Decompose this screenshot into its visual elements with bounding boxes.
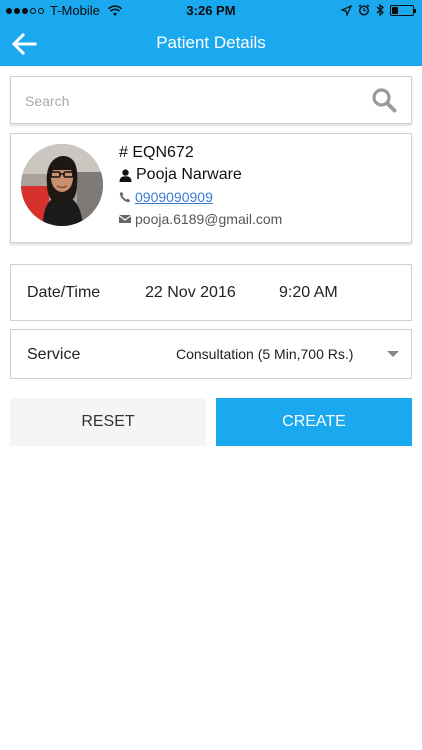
time-picker[interactable]: 9:20 AM: [279, 284, 338, 302]
status-bar: T-Mobile 3:26 PM: [0, 0, 422, 22]
battery-level: [392, 6, 398, 14]
envelope-icon: [119, 215, 131, 223]
search-input[interactable]: [25, 89, 355, 113]
status-right: [341, 4, 416, 16]
search-icon[interactable]: [371, 87, 397, 113]
service-row: Service Consultation (5 Min,700 Rs.): [10, 329, 412, 379]
battery-icon: [390, 4, 416, 16]
reset-button[interactable]: RESET: [10, 398, 206, 446]
patient-name-row: Pooja Narware: [119, 164, 282, 186]
location-icon: [341, 4, 352, 16]
patient-id: # EQN672: [119, 144, 194, 161]
chevron-down-icon: [387, 351, 399, 357]
search-bar: [10, 76, 412, 124]
app-bar: Patient Details: [0, 22, 422, 66]
patient-phone-row: 0909090909: [119, 186, 282, 208]
patient-email-row: pooja.6189@gmail.com: [119, 208, 282, 230]
create-button[interactable]: CREATE: [216, 398, 412, 446]
service-label: Service: [27, 346, 81, 363]
datetime-label: Date/Time: [27, 284, 101, 301]
patient-name: Pooja Narware: [136, 166, 242, 183]
patient-avatar: [21, 144, 103, 226]
patient-card: # EQN672 Pooja Narware 0909090909 pooja.…: [10, 133, 412, 243]
patient-phone-link[interactable]: 0909090909: [135, 189, 213, 205]
alarm-clock-icon: [358, 4, 370, 16]
bluetooth-icon: [376, 4, 384, 16]
patient-info: # EQN672 Pooja Narware 0909090909 pooja.…: [119, 143, 282, 230]
service-dropdown[interactable]: Consultation (5 Min,700 Rs.): [161, 330, 411, 378]
person-icon: [119, 168, 132, 182]
patient-photo: [21, 144, 103, 226]
service-selected-value: Consultation (5 Min,700 Rs.): [176, 346, 354, 362]
datetime-row: Date/Time 22 Nov 2016 9:20 AM: [10, 264, 412, 321]
patient-email: pooja.6189@gmail.com: [135, 211, 283, 227]
page-title: Patient Details: [156, 33, 266, 52]
phone-icon: [119, 191, 131, 203]
date-picker[interactable]: 22 Nov 2016: [145, 284, 236, 302]
